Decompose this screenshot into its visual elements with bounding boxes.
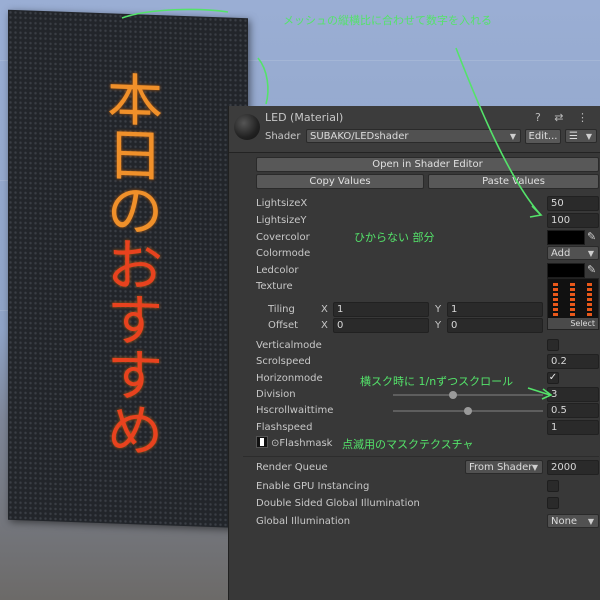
annotation-division: 横スク時に 1/nずつスクロール (360, 375, 514, 388)
annotation-top: メッシュの縦横比に合わせて数字を入れる (283, 14, 492, 27)
annotation-flash: 点滅用のマスクテクスチャ (342, 438, 474, 451)
annotation-stroke (257, 57, 269, 105)
annotation-cover: ひからない 部分 (354, 231, 435, 244)
annotation-stroke (121, 8, 229, 19)
annotation-strokes (121, 8, 553, 400)
annotation-arrow (455, 47, 541, 215)
